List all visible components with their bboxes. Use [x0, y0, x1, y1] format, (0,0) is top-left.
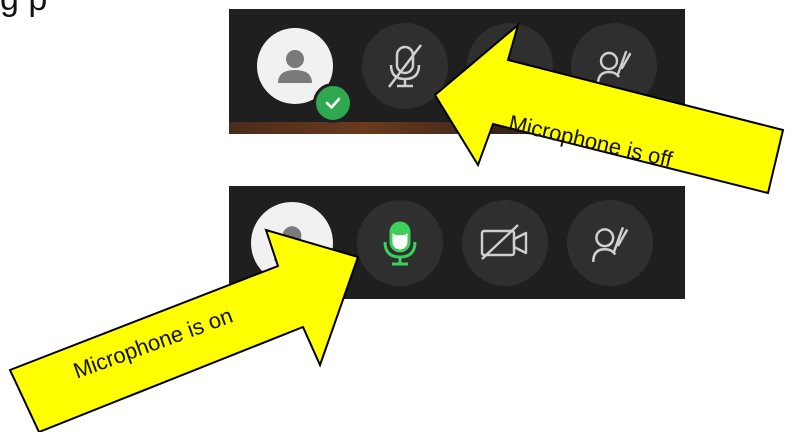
person-icon	[274, 226, 310, 261]
raise-hand-icon	[592, 227, 628, 262]
microphone-on-button[interactable]	[357, 200, 443, 286]
callout-label-on: Microphone is on	[70, 302, 236, 384]
raise-hand-button[interactable]	[571, 23, 657, 109]
raise-hand-icon	[596, 50, 632, 85]
caption-text: g p	[0, 0, 47, 19]
microphone-off-icon	[388, 44, 422, 88]
top-meeting-toolbar	[229, 9, 685, 134]
raise-hand-button[interactable]	[567, 200, 653, 286]
microphone-off-button[interactable]	[362, 23, 448, 109]
camera-off-button[interactable]	[462, 200, 548, 286]
status-badge	[313, 83, 353, 123]
camera-button[interactable]	[467, 23, 553, 109]
bottom-meeting-toolbar	[229, 186, 685, 299]
video-strip	[229, 122, 685, 134]
camera-off-icon	[480, 224, 528, 260]
checkmark-icon	[325, 97, 341, 109]
microphone-on-icon	[383, 221, 417, 266]
avatar[interactable]	[251, 202, 333, 284]
person-icon	[278, 50, 312, 83]
